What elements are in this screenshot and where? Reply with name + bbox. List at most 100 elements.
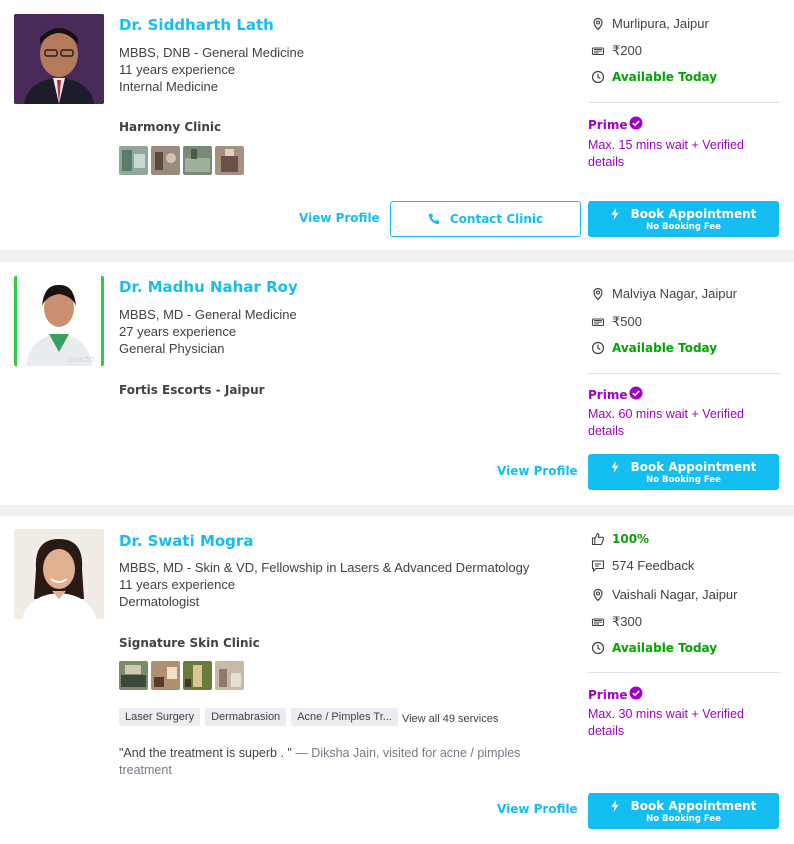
fee-icon: [591, 618, 605, 627]
location-row: Vaishali Nagar, Jaipur: [591, 587, 738, 602]
clinic-photos: [119, 661, 244, 690]
fee-row: ₹500: [591, 314, 642, 330]
clinic-name[interactable]: Harmony Clinic: [119, 120, 221, 134]
booking-fee-note: No Booking Fee: [646, 222, 721, 232]
rating-row: 100%: [591, 532, 649, 546]
fee-icon: [591, 47, 605, 56]
doctor-name[interactable]: Dr. Madhu Nahar Roy: [119, 278, 298, 296]
clinic-photo-thumbnail[interactable]: [183, 146, 212, 175]
location-text: Malviya Nagar, Jaipur: [612, 286, 737, 301]
booking-fee-note: No Booking Fee: [646, 814, 721, 824]
doctor-experience: 11 years experience: [119, 577, 236, 592]
prime-note: Max. 30 mins wait + Verified details: [588, 707, 744, 738]
doctor-photo[interactable]: practo: [14, 276, 104, 366]
book-appointment-button[interactable]: Book Appointment No Booking Fee: [588, 454, 779, 490]
doctor-experience: 11 years experience: [119, 62, 236, 77]
availability-row: Available Today: [591, 341, 717, 355]
doctor-name[interactable]: Dr. Siddharth Lath: [119, 16, 274, 34]
booking-fee-note: No Booking Fee: [646, 475, 721, 485]
clinic-name[interactable]: Signature Skin Clinic: [119, 636, 260, 650]
location-row: Murlipura, Jaipur: [591, 16, 709, 31]
photo-watermark: practo: [69, 354, 94, 364]
location-text: Vaishali Nagar, Jaipur: [612, 587, 738, 602]
view-profile-link[interactable]: View Profile: [299, 211, 380, 225]
clinic-photo-thumbnail[interactable]: [119, 146, 148, 175]
divider: [588, 672, 780, 673]
feedback-row: 574 Feedback: [591, 558, 694, 573]
doctor-degree: MBBS, MD - General Medicine: [119, 307, 297, 322]
availability-text: Available Today: [612, 641, 718, 655]
doctor-card: practo Dr. Madhu Nahar Roy MBBS, MD - Ge…: [0, 262, 794, 505]
clinic-photos: [119, 146, 244, 175]
clinic-name[interactable]: Fortis Escorts - Jaipur: [119, 383, 265, 397]
location-text: Murlipura, Jaipur: [612, 16, 709, 31]
fee-row: ₹300: [591, 614, 642, 630]
prime-note: Max. 15 mins wait + Verified details: [588, 138, 744, 169]
fee-icon: [591, 318, 605, 327]
location-row: Malviya Nagar, Jaipur: [591, 286, 737, 301]
location-icon: [593, 588, 603, 601]
phone-icon: [428, 213, 440, 225]
book-appointment-button[interactable]: Book Appointment No Booking Fee: [588, 201, 779, 237]
clinic-photo-thumbnail[interactable]: [119, 661, 148, 690]
prime-note: Max. 60 mins wait + Verified details: [588, 407, 744, 438]
contact-clinic-button[interactable]: Contact Clinic: [390, 201, 581, 237]
clinic-photo-thumbnail[interactable]: [151, 661, 180, 690]
doctor-specialty: General Physician: [119, 341, 225, 356]
lightning-icon: [611, 208, 619, 220]
prime-label: Prime: [588, 688, 628, 702]
contact-clinic-label: Contact Clinic: [449, 212, 544, 226]
prime-badge: Prime: [588, 386, 643, 402]
lightning-icon: [611, 800, 619, 812]
doctor-experience: 27 years experience: [119, 324, 237, 339]
review-quote: "And the treatment is superb . ": [119, 746, 292, 760]
location-icon: [593, 287, 603, 300]
prime-label: Prime: [588, 118, 628, 132]
doctor-name[interactable]: Dr. Swati Mogra: [119, 532, 253, 550]
prime-badge: Prime: [588, 116, 643, 132]
book-appointment-button[interactable]: Book Appointment No Booking Fee: [588, 793, 779, 829]
view-profile-link[interactable]: View Profile: [497, 464, 578, 478]
availability-row: Available Today: [591, 641, 717, 655]
view-profile-link[interactable]: View Profile: [497, 802, 578, 816]
doctor-photo[interactable]: [14, 529, 104, 619]
service-tag[interactable]: Acne / Pimples Tr...: [291, 708, 398, 726]
clinic-photo-thumbnail[interactable]: [215, 146, 244, 175]
availability-text: Available Today: [612, 70, 718, 84]
doctor-card: Dr. Siddharth Lath MBBS, DNB - General M…: [0, 0, 794, 250]
clinic-photo-thumbnail[interactable]: [151, 146, 180, 175]
verified-icon: [629, 686, 643, 700]
patient-review: "And the treatment is superb . " — Diksh…: [119, 745, 539, 779]
clock-icon: [591, 70, 605, 84]
fee-text: ₹200: [612, 43, 642, 58]
verified-icon: [629, 116, 643, 130]
view-all-services-link[interactable]: View all 49 services: [402, 713, 498, 725]
clock-icon: [591, 641, 605, 655]
verified-icon: [629, 386, 643, 400]
book-appointment-label: Book Appointment: [630, 799, 757, 813]
clinic-photo-thumbnail[interactable]: [215, 661, 244, 690]
lightning-icon: [611, 461, 619, 473]
service-tag[interactable]: Laser Surgery: [119, 708, 201, 726]
doctor-photo[interactable]: [14, 14, 104, 104]
service-tag[interactable]: Dermabrasion: [205, 708, 287, 726]
fee-row: ₹200: [591, 43, 642, 59]
prime-label: Prime: [588, 388, 628, 402]
book-appointment-label: Book Appointment: [630, 460, 757, 474]
doctor-degree: MBBS, MD - Skin & VD, Fellowship in Lase…: [119, 560, 530, 575]
divider: [588, 373, 780, 374]
clock-icon: [591, 341, 605, 355]
doctor-specialty: Dermatologist: [119, 594, 200, 609]
services-list: Laser Surgery Dermabrasion Acne / Pimple…: [119, 708, 498, 726]
doctor-specialty: Internal Medicine: [119, 79, 218, 94]
rating-text: 100%: [612, 532, 650, 546]
divider: [588, 102, 780, 103]
availability-row: Available Today: [591, 70, 717, 84]
feedback-icon: [591, 559, 605, 572]
location-icon: [593, 17, 603, 30]
fee-text: ₹300: [612, 614, 642, 629]
thumbs-up-icon: [591, 532, 605, 546]
prime-badge: Prime: [588, 686, 643, 702]
clinic-photo-thumbnail[interactable]: [183, 661, 212, 690]
feedback-text[interactable]: 574 Feedback: [612, 558, 694, 573]
